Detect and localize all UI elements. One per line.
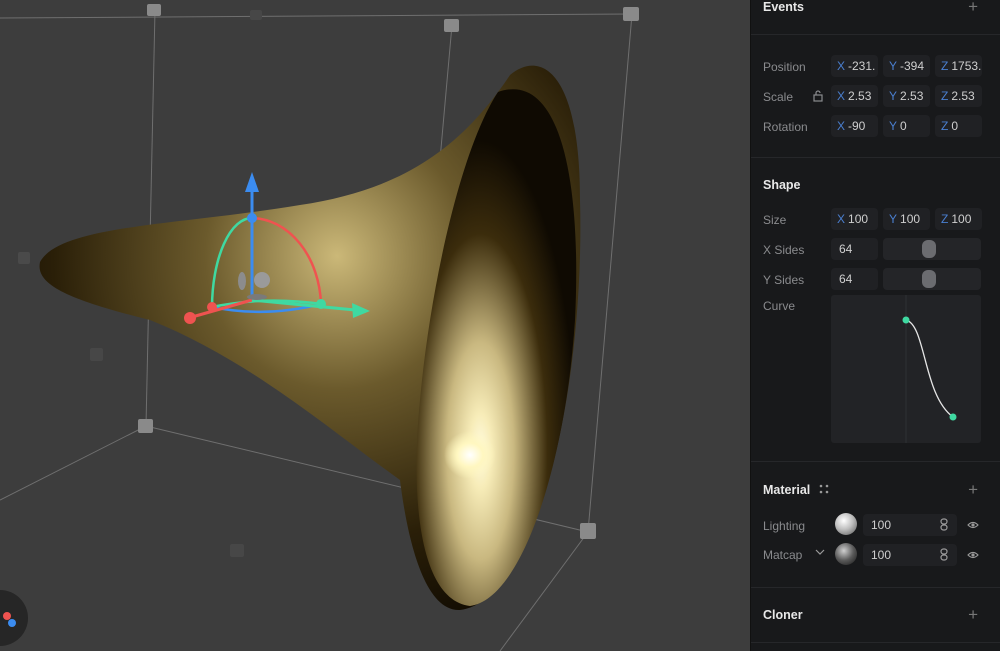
position-y-value: -394: [900, 59, 925, 73]
curve-editor[interactable]: [831, 295, 981, 443]
scale-label: Scale: [763, 90, 794, 104]
y-sides-slider-knob[interactable]: [922, 270, 936, 288]
divider: [751, 587, 1000, 588]
link-icon[interactable]: [939, 548, 949, 564]
size-y-field[interactable]: Y 100: [883, 208, 930, 230]
position-x-field[interactable]: X -231.: [831, 55, 878, 77]
axis-z-label: Z: [941, 212, 949, 226]
axis-x-label: X: [837, 89, 846, 103]
scale-z-field[interactable]: Z 2.53: [935, 85, 982, 107]
lighting-label: Lighting: [763, 519, 806, 533]
visibility-eye-icon[interactable]: [967, 549, 979, 563]
link-icon[interactable]: [939, 518, 949, 534]
x-sides-slider[interactable]: [883, 238, 981, 260]
axis-y-label: Y: [889, 59, 898, 73]
scale-x-field[interactable]: X 2.53: [831, 85, 878, 107]
x-sides-label: X Sides: [763, 243, 805, 257]
z-axis-arrow: [245, 172, 259, 192]
axis-y-label: Y: [889, 89, 898, 103]
y-sides-field[interactable]: 64: [831, 268, 878, 290]
rotation-z-value: 0: [951, 119, 959, 133]
divider: [751, 461, 1000, 462]
add-material-button[interactable]: +: [968, 481, 978, 498]
lighting-preview[interactable]: [835, 513, 857, 535]
add-event-button[interactable]: +: [968, 0, 978, 15]
scale-x-value: 2.53: [848, 89, 872, 103]
chevron-down-icon[interactable]: [815, 546, 825, 560]
position-z-field[interactable]: Z 1753.: [935, 55, 982, 77]
drag-dots-icon[interactable]: [818, 482, 830, 494]
scale-y-value: 2.53: [900, 89, 924, 103]
scale-z-value: 2.53: [951, 89, 975, 103]
size-y-value: 100: [900, 212, 921, 226]
scene-canvas[interactable]: [0, 0, 750, 651]
material-title: Material: [763, 483, 811, 497]
add-cloner-button[interactable]: +: [968, 606, 978, 623]
3d-viewport[interactable]: [0, 0, 750, 651]
axis-z-label: Z: [941, 119, 949, 133]
lock-icon[interactable]: [813, 90, 823, 102]
horn-mesh[interactable]: [39, 65, 581, 611]
properties-panel: Events + Position X -231. Y -394 Z 1753. Sc…: [750, 0, 1000, 651]
visibility-eye-icon[interactable]: [967, 519, 979, 533]
axis-y-label: Y: [889, 212, 898, 226]
curve-end-handle: [949, 413, 957, 421]
position-y-field[interactable]: Y -394: [883, 55, 930, 77]
matcap-preview[interactable]: [835, 543, 857, 565]
axis-x-label: X: [837, 212, 846, 226]
scale-y-field[interactable]: Y 2.53: [883, 85, 930, 107]
size-label: Size: [763, 213, 787, 227]
rotation-z-field[interactable]: Z0: [935, 115, 982, 137]
axis-x-label: X: [837, 119, 846, 133]
curve-start-handle: [902, 316, 910, 324]
x-sides-slider-knob[interactable]: [922, 240, 936, 258]
rotation-label: Rotation: [763, 120, 808, 134]
orientation-widget[interactable]: [0, 590, 28, 646]
axis-z-label: Z: [941, 89, 949, 103]
divider: [751, 642, 1000, 643]
shape-title: Shape: [763, 178, 801, 192]
divider: [751, 34, 1000, 35]
axis-y-label: Y: [889, 119, 898, 133]
rotation-x-value: -90: [848, 119, 866, 133]
position-x-value: -231.: [848, 59, 876, 73]
matcap-label: Matcap: [763, 548, 803, 562]
divider: [751, 157, 1000, 158]
rotation-x-field[interactable]: X -90: [831, 115, 878, 137]
axis-z-label: Z: [941, 59, 949, 73]
position-label: Position: [763, 60, 806, 74]
size-z-field[interactable]: Z 100: [935, 208, 982, 230]
axis-x-label: X: [837, 59, 846, 73]
x-sides-field[interactable]: 64: [831, 238, 878, 260]
events-title: Events: [763, 0, 804, 14]
x-axis-handle: [184, 312, 196, 324]
curve-label: Curve: [763, 299, 796, 313]
rotation-y-value: 0: [900, 119, 907, 133]
y-sides-label: Y Sides: [763, 273, 805, 287]
curve-graph[interactable]: [831, 295, 981, 443]
cloner-title: Cloner: [763, 608, 803, 622]
size-z-value: 100: [951, 212, 972, 226]
y-sides-slider[interactable]: [883, 268, 981, 290]
position-z-value: 1753.: [951, 59, 982, 73]
rotation-y-field[interactable]: Y0: [883, 115, 930, 137]
size-x-value: 100: [848, 212, 869, 226]
size-x-field[interactable]: X 100: [831, 208, 878, 230]
